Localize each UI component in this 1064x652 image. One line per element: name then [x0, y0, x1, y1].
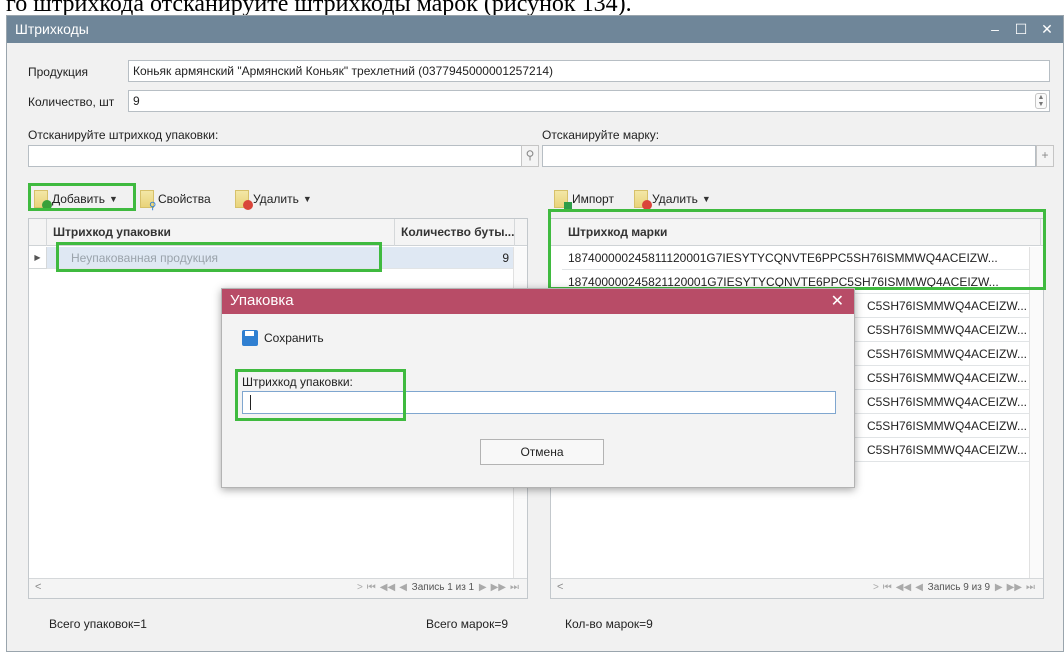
table-cell-count[interactable]: 9 — [395, 247, 515, 269]
dialog-title: Упаковка — [230, 292, 294, 309]
import-button-label: Импорт — [572, 192, 614, 206]
close-button[interactable]: ✕ — [1037, 19, 1057, 39]
search-icon[interactable]: ⚲ — [521, 145, 539, 167]
document-caption: го штрихкода отсканируйте штрихкоды маро… — [6, 0, 632, 15]
highlight-marks-header — [548, 209, 1046, 290]
save-button-label: Сохранить — [264, 331, 324, 345]
properties-button[interactable]: ⚲ Свойства — [140, 188, 211, 212]
scroll-left-icon[interactable]: < — [557, 581, 563, 593]
save-button[interactable]: Сохранить — [242, 330, 324, 346]
delete-left-label: Удалить — [253, 192, 299, 206]
quantity-label: Количество, шт — [28, 95, 115, 109]
record-counter: Запись 1 из 1 — [411, 582, 475, 593]
record-navigator[interactable]: > ⏮ ◀◀ ◀ Запись 9 из 9 ▶ ▶▶ ⏭ — [871, 582, 1037, 593]
delete-icon — [235, 190, 253, 210]
scan-mark-input[interactable] — [542, 145, 1036, 167]
horizontal-scrollbar[interactable]: < > ⏮ ◀◀ ◀ Запись 9 из 9 ▶ ▶▶ ⏭ — [551, 578, 1043, 598]
scan-package-input[interactable] — [28, 145, 522, 167]
delete-right-button[interactable]: Удалить ▼ — [634, 188, 711, 210]
record-navigator[interactable]: > ⏮ ◀◀ ◀ Запись 1 из 1 ▶ ▶▶ ⏭ — [355, 582, 521, 593]
row-indicator-icon: ▶ — [29, 247, 47, 269]
dialog-close-button[interactable]: ✕ — [831, 291, 844, 311]
floppy-icon — [242, 330, 258, 346]
maximize-button[interactable]: ☐ — [1011, 19, 1031, 39]
quantity-value: 9 — [133, 94, 140, 108]
chevron-down-icon: ▼ — [302, 194, 312, 204]
scan-mark-label: Отсканируйте марку: — [542, 128, 660, 142]
minimize-button[interactable]: – — [985, 19, 1005, 39]
marks-count-status: Кол-во марок=9 — [565, 617, 653, 631]
cancel-button[interactable]: Отмена — [480, 439, 604, 465]
properties-button-label: Свойства — [158, 192, 211, 206]
scan-package-label: Отсканируйте штрихкод упаковки: — [28, 128, 219, 142]
delete-left-button[interactable]: Удалить ▼ — [235, 188, 312, 210]
vertical-scrollbar[interactable] — [1029, 247, 1043, 578]
horizontal-scrollbar[interactable]: < > ⏮ ◀◀ ◀ Запись 1 из 1 ▶ ▶▶ ⏭ — [29, 578, 527, 598]
import-button[interactable]: Импорт — [554, 188, 614, 210]
highlight-unpacked-row — [56, 242, 382, 272]
highlight-dialog-field — [235, 369, 406, 421]
total-packages-status: Всего упаковок=1 — [49, 617, 147, 631]
delete-icon — [634, 190, 652, 210]
dialog-titlebar: Упаковка ✕ — [222, 289, 854, 314]
plus-icon[interactable]: + — [1036, 145, 1054, 167]
delete-right-label: Удалить — [652, 192, 698, 206]
chevron-down-icon: ▼ — [701, 194, 711, 204]
quantity-spinner[interactable]: ▲ ▼ — [1035, 93, 1047, 109]
total-marks-status: Всего марок=9 — [426, 617, 509, 631]
properties-icon: ⚲ — [140, 190, 156, 212]
window-title: Штрихкоды — [15, 21, 89, 37]
product-field[interactable]: Коньяк армянский "Армянский Коньяк" трех… — [128, 60, 1050, 82]
window-titlebar: Штрихкоды – ☐ ✕ — [7, 16, 1063, 43]
record-counter: Запись 9 из 9 — [927, 582, 991, 593]
quantity-field[interactable]: 9 ▲ ▼ — [128, 90, 1050, 112]
column-header-bottle-count[interactable]: Количество буты... — [395, 219, 515, 246]
scroll-left-icon[interactable]: < — [35, 581, 41, 593]
product-label: Продукция — [28, 65, 89, 79]
highlight-add — [28, 183, 136, 211]
import-icon — [554, 190, 572, 210]
